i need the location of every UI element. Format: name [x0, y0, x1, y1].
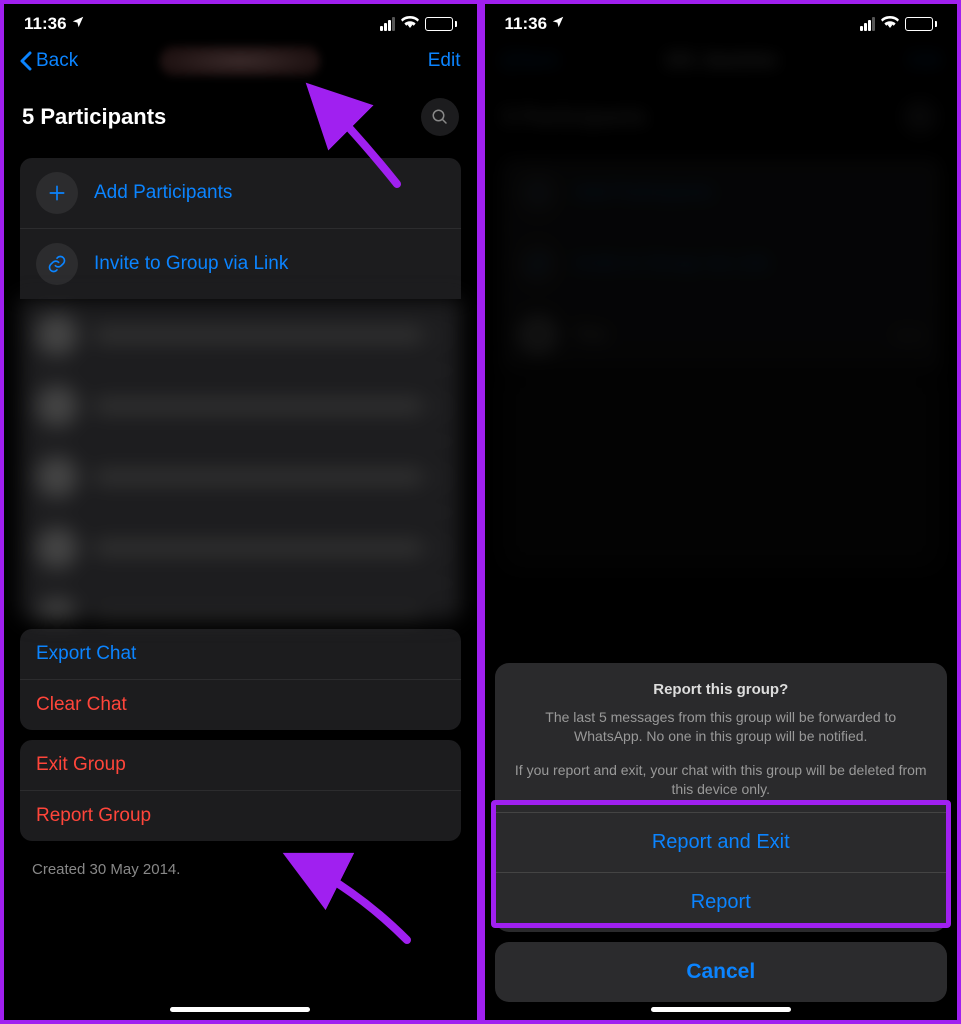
exit-group-label: Exit Group: [36, 754, 445, 776]
export-chat-row[interactable]: Export Chat: [20, 629, 461, 679]
location-icon: [551, 14, 565, 34]
clear-chat-row[interactable]: Clear Chat: [20, 679, 461, 730]
report-group-row[interactable]: Report Group: [20, 790, 461, 841]
participant-list-redacted: › › › › ›: [20, 299, 461, 619]
battery-icon: 60: [905, 17, 937, 31]
add-participants-label: Add Participants: [94, 182, 445, 204]
status-bar: 11:36 60: [4, 4, 477, 40]
nav-bar: Back Edit: [4, 40, 477, 86]
sheet-desc-2: If you report and exit, your chat with t…: [515, 761, 928, 800]
signal-icon: [860, 17, 875, 31]
signal-icon: [380, 17, 395, 31]
wifi-icon: [881, 14, 899, 34]
clear-chat-label: Clear Chat: [36, 694, 445, 716]
report-and-exit-button[interactable]: Report and Exit: [495, 812, 948, 872]
status-bar: 11:36 60: [485, 4, 958, 40]
location-icon: [71, 14, 85, 34]
add-participants-row[interactable]: Add Participants: [20, 158, 461, 228]
participants-count: 5 Participants: [22, 104, 166, 130]
group-name-redacted: [160, 46, 320, 76]
action-sheet: Report this group? The last 5 messages f…: [495, 663, 948, 1002]
participants-header-row: 5 Participants: [14, 86, 467, 148]
right-screenshot: 11:36 60 Back 101 Jasmine Edit: [481, 0, 961, 1024]
home-indicator[interactable]: [651, 1007, 791, 1012]
exit-group-row[interactable]: Exit Group: [20, 740, 461, 790]
status-time: 11:36: [24, 14, 67, 34]
link-icon: [36, 243, 78, 285]
battery-icon: 60: [425, 17, 457, 31]
invite-link-row[interactable]: Invite to Group via Link: [20, 228, 461, 299]
sheet-desc-1: The last 5 messages from this group will…: [515, 708, 928, 747]
created-date: Created 30 May 2014.: [14, 851, 467, 888]
export-chat-label: Export Chat: [36, 643, 445, 665]
invite-link-label: Invite to Group via Link: [94, 253, 445, 275]
cancel-button[interactable]: Cancel: [495, 942, 948, 1002]
status-time: 11:36: [505, 14, 548, 34]
edit-button[interactable]: Edit: [428, 50, 461, 72]
left-screenshot: 11:36 60 Back Edit 5 Participants: [0, 0, 481, 1024]
plus-icon: [36, 172, 78, 214]
back-label: Back: [36, 50, 78, 72]
back-button[interactable]: Back: [20, 50, 78, 72]
report-button[interactable]: Report: [495, 872, 948, 932]
home-indicator[interactable]: [170, 1007, 310, 1012]
sheet-title: Report this group?: [515, 681, 928, 698]
report-group-label: Report Group: [36, 805, 445, 827]
search-button[interactable]: [421, 98, 459, 136]
wifi-icon: [401, 14, 419, 34]
sheet-header: Report this group? The last 5 messages f…: [495, 663, 948, 812]
